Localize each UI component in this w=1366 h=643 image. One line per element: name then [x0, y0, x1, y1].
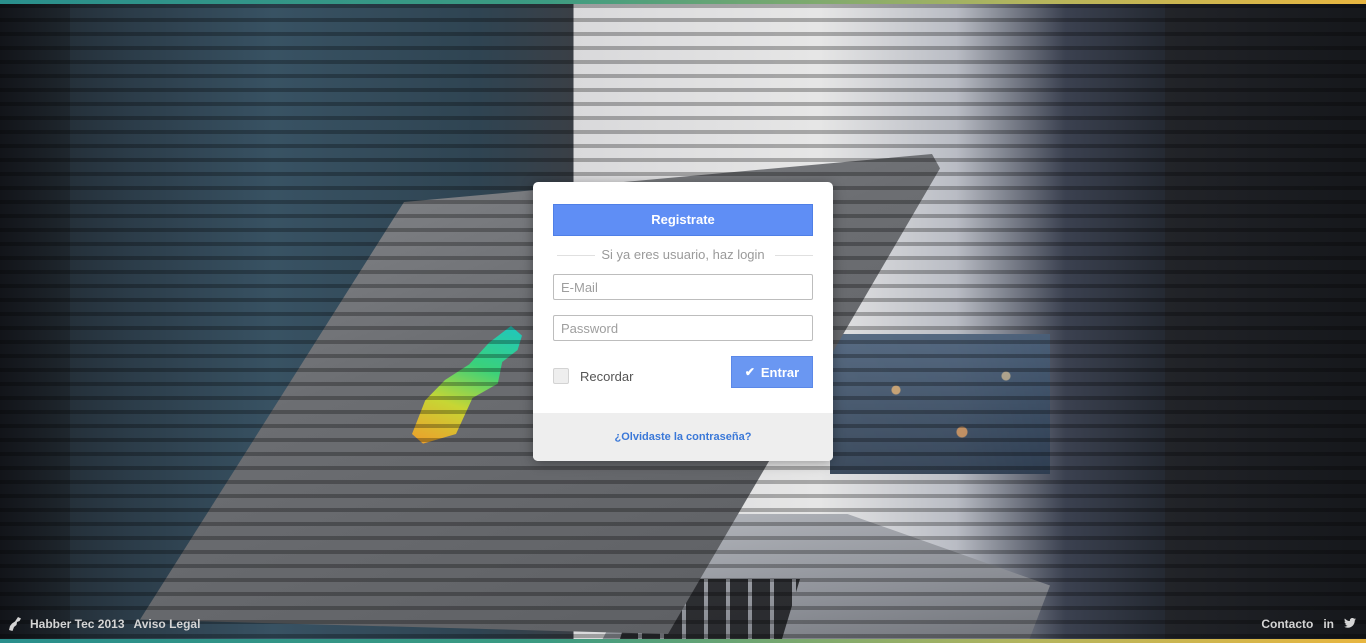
remember-row: Recordar	[553, 366, 633, 386]
contact-link[interactable]: Contacto	[1261, 617, 1313, 631]
checkmark-icon: ✔	[744, 365, 755, 379]
email-input[interactable]	[553, 274, 813, 300]
footer-brand-text: Habber Tec 2013	[30, 617, 125, 631]
footer-right: Contacto in	[1261, 615, 1356, 633]
remember-checkbox[interactable]	[553, 368, 569, 384]
brand-logo-icon	[9, 617, 21, 631]
legal-notice-link[interactable]: Aviso Legal	[134, 617, 201, 631]
remember-label[interactable]: Recordar	[580, 369, 633, 384]
footer-left: Habber Tec 2013 Aviso Legal	[9, 615, 200, 633]
register-button[interactable]: Registrate	[553, 204, 813, 236]
twitter-icon[interactable]	[1344, 617, 1356, 631]
enter-button-label: Entrar	[760, 364, 800, 380]
login-divider: Si ya eres usuario, haz login	[553, 246, 813, 264]
forgot-password-link[interactable]: ¿Olvidaste la contraseña?	[615, 431, 752, 443]
divider-line-right	[775, 255, 813, 256]
login-card: Registrate Si ya eres usuario, haz login…	[533, 182, 833, 461]
divider-text: Si ya eres usuario, haz login	[601, 247, 765, 262]
bottom-accent-bar	[0, 639, 1366, 643]
password-input[interactable]	[553, 315, 813, 341]
enter-button[interactable]: ✔ Entrar	[731, 356, 813, 388]
linkedin-icon[interactable]: in	[1323, 617, 1334, 631]
login-card-footer: ¿Olvidaste la contraseña?	[533, 413, 833, 461]
